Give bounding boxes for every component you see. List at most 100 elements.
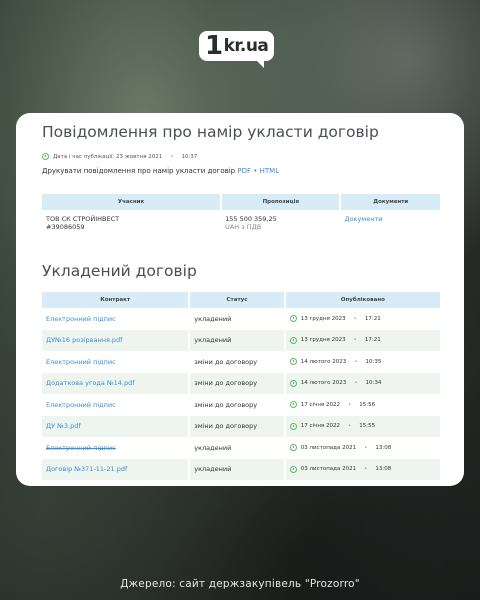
- contract-file-link[interactable]: Електронний підпис: [46, 401, 116, 409]
- contract-published-cell: 03 листопада 2021 • 13:08: [284, 458, 440, 480]
- published-separator: •: [354, 358, 358, 365]
- contract-file-cell: Додаткова угода №14.pdf: [42, 372, 191, 394]
- contract-published-cell: 14 лютого 2023 • 10:35: [285, 351, 440, 373]
- publication-meta: Дата і час публікації: 23 жовтня 2021 • …: [42, 153, 440, 160]
- print-label: Друкувати повідомлення про намір укласти…: [42, 167, 236, 175]
- published-time: 13:08: [375, 466, 392, 473]
- contract-status: укладений: [189, 329, 286, 351]
- contract-row: Електронний підпис укладений 03 листопада …: [42, 437, 440, 459]
- contract-row: Додаткова угода №14.pdf зміни до договору…: [42, 372, 440, 394]
- print-html-link[interactable]: HTML: [260, 167, 279, 175]
- contract-published-cell: 13 грудня 2023 • 17:21: [285, 308, 440, 330]
- published-separator: •: [364, 466, 368, 473]
- contract-status: укладений: [189, 437, 286, 459]
- clock-icon: [289, 336, 297, 344]
- participant-row: ТОВ СК СТРОЙІНВЕСТ #39086059 155 500 359…: [42, 210, 440, 237]
- published-separator: •: [354, 380, 358, 387]
- published-separator: •: [347, 423, 352, 430]
- contract-published-cell: 17 січня 2022 • 15:56: [285, 394, 440, 416]
- contract-published-cell: 14 лютого 2023 • 10:34: [284, 372, 440, 394]
- contract-row: Електронний підпис укладений 13 грудня 202…: [42, 308, 440, 330]
- clock-icon: [289, 315, 297, 323]
- col-contract: Контракт: [42, 292, 191, 308]
- source-footer: Джерело: сайт держзакупівель "Prozorro": [120, 578, 360, 590]
- published-info: 03 листопада 2021 • 13:08: [289, 444, 436, 452]
- clock-icon: [289, 444, 297, 452]
- col-documents: Документи: [340, 194, 440, 210]
- contract-row: Договір №371-11-21.pdf укладений 03 листоп…: [42, 458, 440, 480]
- logo-text: kr.ua: [223, 36, 269, 56]
- published-date: 03 листопада 2021: [300, 466, 357, 473]
- notice-title: Повідомлення про намір укласти договір: [42, 123, 379, 141]
- published-time: 13:08: [375, 444, 392, 451]
- contract-file-link[interactable]: Додаткова угода №14.pdf: [46, 379, 135, 387]
- contract-title: Укладений договір: [42, 262, 197, 280]
- contract-file-link[interactable]: Електронний підпис: [46, 444, 116, 452]
- published-time: 17:21: [364, 315, 381, 322]
- clock-icon: [289, 358, 297, 366]
- contract-file-cell: ДУ№16 розірвання.pdf: [42, 329, 191, 351]
- publication-time: 10:37: [181, 153, 198, 160]
- published-date: 17 січня 2022: [300, 423, 340, 430]
- published-info: 13 грудня 2023 • 17:21: [289, 315, 436, 323]
- contract-file-link[interactable]: Електронний підпис: [46, 315, 116, 323]
- published-info: 14 лютого 2023 • 10:35: [289, 358, 436, 366]
- print-separator: •: [253, 167, 258, 175]
- contract-file-link[interactable]: ДУ№16 розірвання.pdf: [46, 336, 122, 344]
- offer-amount: 155 500 359,25: [225, 215, 277, 223]
- participants-table: Учасник Пропозиція Документи ТОВ СК СТРО…: [42, 194, 440, 237]
- published-time: 10:35: [365, 358, 382, 365]
- published-date: 13 грудня 2023: [300, 337, 346, 344]
- published-date: 13 грудня 2023: [300, 315, 346, 322]
- contract-status: укладений: [189, 308, 286, 330]
- meta-separator: •: [170, 153, 174, 160]
- print-notice-line: Друкувати повідомлення про намір укласти…: [42, 167, 440, 175]
- logo-digit: 1: [205, 31, 223, 61]
- published-time: 10:34: [365, 380, 382, 387]
- published-info: 17 січня 2022 • 15:55: [289, 422, 436, 430]
- published-time: 17:21: [364, 337, 381, 344]
- published-date: 03 листопада 2021: [300, 444, 357, 451]
- contract-file-cell: Електронний підпис: [42, 394, 191, 416]
- contract-header-row: Контракт Статус Опубліковано: [42, 292, 440, 308]
- contract-file-cell: Договір №371-11-21.pdf: [42, 458, 191, 480]
- documents-link[interactable]: Документи: [344, 215, 382, 223]
- published-info: 03 листопада 2021 • 13:08: [289, 465, 436, 473]
- documents-cell: Документи: [340, 210, 440, 237]
- procurement-card: Повідомлення про намір укласти договір Д…: [16, 113, 464, 486]
- contract-file-link[interactable]: Договір №371-11-21.pdf: [46, 465, 127, 473]
- contract-file-cell: Електронний підпис: [42, 351, 191, 373]
- contract-file-link[interactable]: Електронний підпис: [46, 358, 116, 366]
- offer-currency: UAH з ПДВ: [225, 223, 262, 231]
- contract-file-link[interactable]: ДУ №3.pdf: [46, 422, 81, 430]
- col-offer: Пропозиція: [221, 194, 342, 210]
- participants-header-row: Учасник Пропозиція Документи: [42, 194, 440, 210]
- contract-published-cell: 03 листопада 2021 • 13:08: [285, 437, 440, 459]
- col-published: Опубліковано: [284, 292, 440, 308]
- offer-cell: 155 500 359,25 UAH з ПДВ: [221, 210, 340, 237]
- col-participant: Учасник: [42, 194, 223, 210]
- site-logo[interactable]: 1 kr.ua: [199, 26, 283, 68]
- published-separator: •: [353, 315, 357, 322]
- contract-status: зміни до договору: [189, 351, 286, 373]
- contract-table: Контракт Статус Опубліковано Електронний…: [42, 292, 440, 480]
- contract-row: ДУ№16 розірвання.pdf укладений 13 грудня 2…: [42, 329, 440, 351]
- clock-icon: [42, 153, 49, 160]
- clock-icon: [289, 401, 297, 409]
- published-date: 14 лютого 2023: [300, 380, 347, 387]
- published-date: 14 лютого 2023: [300, 358, 347, 365]
- clock-icon: [289, 465, 297, 473]
- contract-file-cell: Електронний підпис: [42, 437, 191, 459]
- participant-cell: ТОВ СК СТРОЙІНВЕСТ #39086059: [42, 210, 221, 237]
- participant-name: ТОВ СК СТРОЙІНВЕСТ: [46, 215, 120, 223]
- participant-code: #39086059: [46, 223, 85, 231]
- contract-row: Електронний підпис зміни до договору 14 лю…: [42, 351, 440, 373]
- published-separator: •: [353, 337, 357, 344]
- contract-status: зміни до договору: [189, 372, 286, 394]
- print-pdf-link[interactable]: PDF: [237, 167, 251, 175]
- contract-status: укладений: [189, 458, 286, 480]
- col-status: Статус: [189, 292, 286, 308]
- published-separator: •: [364, 444, 368, 451]
- publication-date: Дата і час публікації: 23 жовтня 2021: [53, 153, 163, 160]
- contract-published-cell: 17 січня 2022 • 15:55: [284, 415, 440, 437]
